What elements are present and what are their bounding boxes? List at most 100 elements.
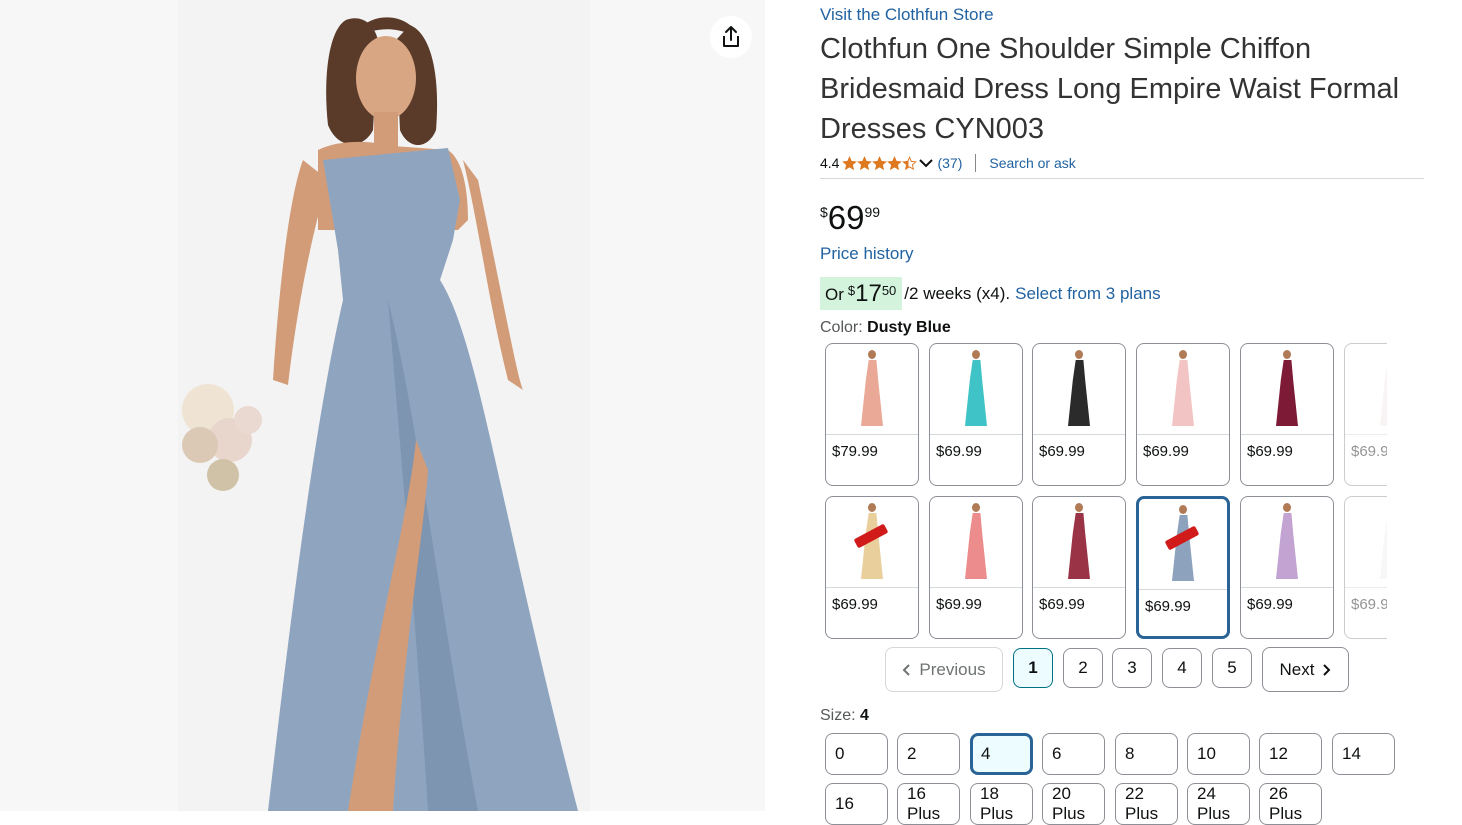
- model-head: [1179, 350, 1187, 359]
- size-option[interactable]: 14: [1332, 733, 1395, 775]
- next-page-button[interactable]: Next: [1262, 647, 1349, 692]
- swatch-price: $69.99: [1145, 598, 1191, 615]
- dress-shape: [1068, 513, 1090, 579]
- price-whole: 69: [827, 199, 865, 236]
- color-swatch[interactable]: $69.99: [825, 496, 919, 639]
- color-swatch[interactable]: $69.99: [929, 496, 1023, 639]
- dress-thumbnail-image: [1065, 350, 1093, 428]
- size-label: Size: 4: [820, 707, 869, 725]
- color-label-text: Color:: [820, 319, 863, 336]
- model-head: [1283, 503, 1291, 512]
- size-option[interactable]: 10: [1187, 733, 1250, 775]
- swatch-price: $69.99: [1039, 443, 1085, 460]
- installment-or: Or: [825, 285, 844, 304]
- page-2-button[interactable]: 2: [1063, 648, 1103, 688]
- model-head: [1283, 350, 1291, 359]
- dress-shape: [1380, 513, 1387, 579]
- store-link[interactable]: Visit the Clothfun Store: [820, 5, 994, 25]
- color-swatch[interactable]: $69.99: [1240, 496, 1334, 639]
- dress-shape: [861, 513, 883, 579]
- size-option[interactable]: 16 Plus: [897, 783, 960, 825]
- installment-whole: 17: [855, 280, 882, 307]
- size-selected-value: 4: [860, 707, 869, 724]
- ratings-count-link[interactable]: (37): [937, 155, 962, 171]
- dress-thumbnail-image: [1164, 505, 1200, 583]
- dress-shape: [1276, 513, 1298, 579]
- size-option[interactable]: 16: [825, 783, 888, 825]
- swatch-price: $69.99: [1039, 596, 1085, 613]
- color-swatch[interactable]: $79.99: [825, 343, 919, 486]
- swatch-thumbnail: [1033, 497, 1125, 588]
- select-plans-link[interactable]: Select from 3 plans: [1015, 284, 1161, 304]
- size-option[interactable]: 6: [1042, 733, 1105, 775]
- size-option[interactable]: 4: [970, 733, 1033, 775]
- color-swatch[interactable]: $69.99: [1136, 343, 1230, 486]
- product-image-panel[interactable]: [0, 0, 765, 811]
- page-3-button[interactable]: 3: [1112, 648, 1152, 688]
- color-swatch[interactable]: $69.99: [1136, 496, 1230, 639]
- star-rating[interactable]: [842, 155, 918, 171]
- installment-badge: Or $ 17 50: [820, 277, 903, 310]
- divider: [975, 154, 977, 172]
- swatch-price: $79.99: [832, 443, 878, 460]
- dress-shape: [1380, 360, 1387, 426]
- size-option[interactable]: 18 Plus: [970, 783, 1033, 825]
- page-1-button[interactable]: 1: [1013, 648, 1053, 688]
- swatch-thumbnail: [1137, 344, 1229, 435]
- size-option[interactable]: 8: [1115, 733, 1178, 775]
- search-or-ask-link[interactable]: Search or ask: [989, 155, 1075, 171]
- color-label: Color: Dusty Blue: [820, 319, 951, 337]
- dress-thumbnail-image: [962, 350, 990, 428]
- dress-thumbnail-image: [1377, 350, 1387, 428]
- swatch-thumbnail: [1241, 497, 1333, 588]
- chevron-left-icon: [903, 663, 911, 676]
- dress-shape: [1172, 360, 1194, 426]
- swatch-price: $69.99: [1247, 596, 1293, 613]
- star-icon: [872, 155, 888, 170]
- swatch-price: $69.99: [1143, 443, 1189, 460]
- color-swatch[interactable]: $69.9: [1344, 496, 1387, 639]
- model-head: [868, 503, 876, 512]
- color-swatch[interactable]: $69.99: [1240, 343, 1334, 486]
- previous-label: Previous: [919, 659, 986, 679]
- color-swatch[interactable]: $69.99: [1032, 343, 1126, 486]
- size-option[interactable]: 22 Plus: [1115, 783, 1178, 825]
- page-5-button[interactable]: 5: [1212, 648, 1252, 688]
- swatch-thumbnail: [826, 344, 918, 435]
- color-swatch[interactable]: $69.99: [929, 343, 1023, 486]
- color-swatch[interactable]: $69.9: [1344, 343, 1387, 486]
- swatch-price: $69.99: [1247, 443, 1293, 460]
- size-option[interactable]: 2: [897, 733, 960, 775]
- product-photo[interactable]: [178, 0, 590, 811]
- dress-shape: [965, 360, 987, 426]
- share-button[interactable]: [710, 16, 752, 58]
- rating-value: 4.4: [820, 155, 840, 171]
- model-head: [1075, 503, 1083, 512]
- price-history-link[interactable]: Price history: [820, 244, 914, 264]
- size-option[interactable]: 24 Plus: [1187, 783, 1250, 825]
- model-head: [1179, 505, 1187, 514]
- swatch-price: $69.99: [936, 443, 982, 460]
- size-option[interactable]: 20 Plus: [1042, 783, 1105, 825]
- star-icon: [842, 155, 858, 170]
- model-head: [972, 503, 980, 512]
- dress-thumbnail-image: [1377, 503, 1387, 581]
- price: $ 69 99: [820, 201, 880, 235]
- share-icon: [723, 26, 739, 47]
- page-4-button[interactable]: 4: [1162, 648, 1202, 688]
- installment-offer: Or $ 17 50 /2 weeks (x4). Select from 3 …: [820, 277, 1161, 310]
- color-swatch[interactable]: $69.99: [1032, 496, 1126, 639]
- swatch-thumbnail: [1345, 344, 1387, 435]
- size-option[interactable]: 0: [825, 733, 888, 775]
- model-dress-illustration: [182, 17, 578, 811]
- size-option[interactable]: 26 Plus: [1259, 783, 1322, 825]
- product-title: Clothfun One Shoulder Simple Chiffon Bri…: [820, 33, 1400, 145]
- size-option[interactable]: 12: [1259, 733, 1322, 775]
- dress-shape: [861, 360, 883, 426]
- star-icon: [902, 155, 918, 170]
- chevron-down-icon[interactable]: [919, 158, 934, 168]
- dress-shape: [1172, 515, 1194, 581]
- swatch-thumbnail: [1033, 344, 1125, 435]
- previous-page-button[interactable]: Previous: [885, 647, 1003, 692]
- swatch-thumbnail: [930, 344, 1022, 435]
